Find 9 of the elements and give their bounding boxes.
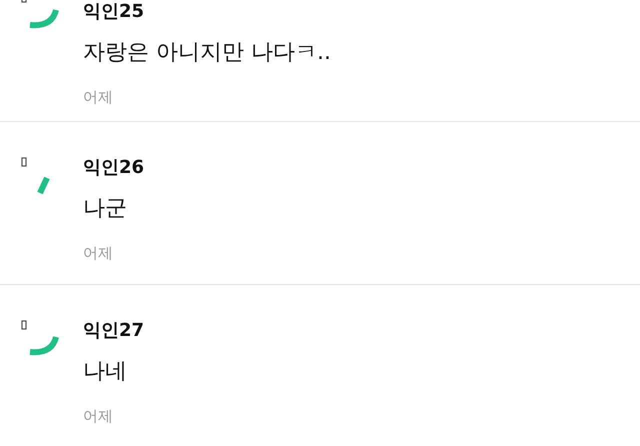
comment-text: 나네	[83, 358, 128, 386]
comment-time: 어제	[83, 87, 114, 108]
comment-time: 어제	[83, 406, 114, 427]
commenter-name: 익인26	[83, 156, 146, 180]
comment-text: 자랑은 아니지만 나다ㅋ..	[83, 39, 332, 67]
comment-time: 어제	[83, 243, 114, 264]
commenter-name: 익인25	[83, 0, 146, 24]
comment-text: 나군	[83, 195, 128, 223]
commenter-name: 익인27	[83, 319, 146, 343]
